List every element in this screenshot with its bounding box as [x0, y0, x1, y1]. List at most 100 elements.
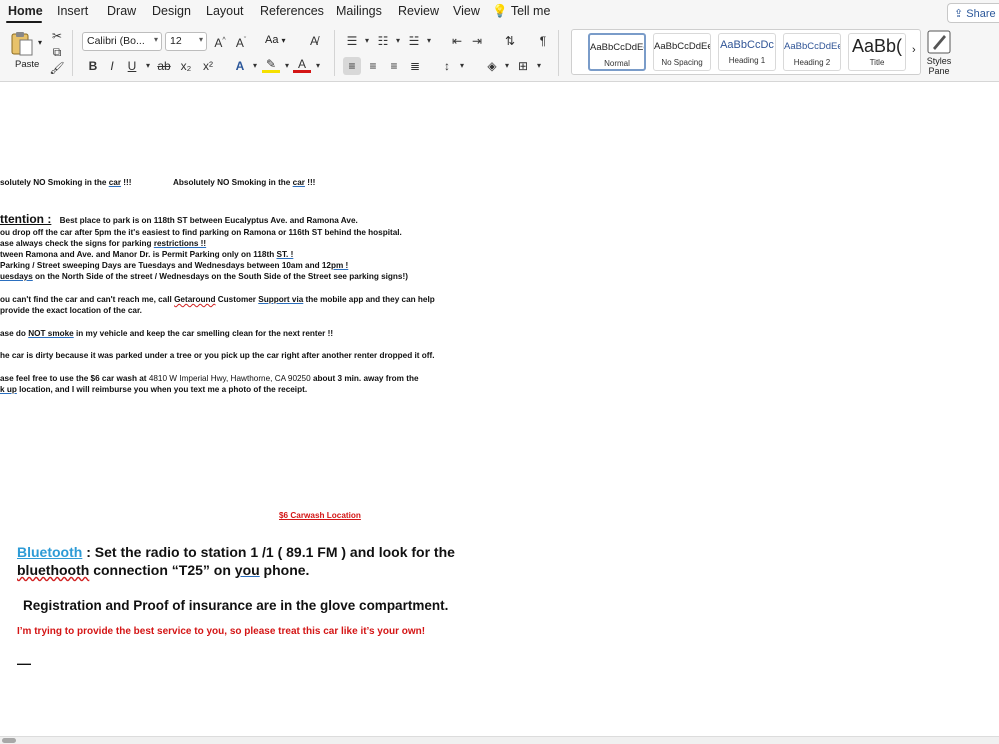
grammar-flag: pm ! — [330, 261, 349, 270]
active-tab-indicator — [6, 21, 42, 23]
clear-formatting-icon[interactable]: A̸ — [305, 32, 323, 50]
format-painter-icon[interactable]: 🖌 — [48, 59, 66, 77]
document-canvas[interactable]: solutely NO Smoking in the car !!! Absol… — [0, 83, 999, 736]
italic-button[interactable]: I — [103, 57, 121, 75]
style-title[interactable]: AaBb( Title — [848, 33, 906, 71]
subscript-button[interactable]: x₂ — [177, 57, 195, 75]
line-text: Parking / Street sweeping Days are Tuesd… — [0, 261, 331, 270]
line-text: the mobile app and they can help — [303, 295, 435, 304]
line-text: ase feel free to use the $6 car wash at — [0, 374, 149, 383]
line-text: Customer — [215, 295, 259, 304]
tab-mailings[interactable]: Mailings — [336, 4, 382, 18]
no-smoking-line-2: Absolutely NO Smoking in the car !!! — [173, 178, 315, 187]
share-button[interactable]: ⇪ Share — [947, 3, 999, 23]
tab-references[interactable]: References — [260, 4, 324, 18]
grammar-flag: you — [234, 562, 260, 578]
style-name: Normal — [604, 59, 630, 68]
strikethrough-button[interactable]: ab — [155, 57, 173, 75]
carwash-location-link[interactable]: $6 Carwash Location — [279, 511, 361, 520]
style-no-spacing[interactable]: AaBbCcDdEe No Spacing — [653, 33, 711, 71]
tab-review[interactable]: Review — [398, 4, 439, 18]
style-sample: AaBbCcDc — [720, 39, 774, 51]
tab-home[interactable]: Home — [8, 4, 43, 18]
tab-view[interactable]: View — [453, 4, 480, 18]
increase-indent-icon[interactable]: ⇥ — [468, 32, 486, 50]
line-text: ase do — [0, 329, 29, 338]
chevron-down-icon: ▾ — [281, 36, 286, 45]
bold-button[interactable]: B — [84, 57, 102, 75]
tell-me-search[interactable]: 💡 Tell me — [492, 4, 550, 19]
justify-icon[interactable]: ≣ — [406, 57, 424, 75]
align-left-icon[interactable]: ≡ — [343, 57, 361, 75]
document-line: uesdays on the North Side of the street … — [0, 272, 408, 281]
line-text: phone. — [259, 562, 310, 578]
share-label: Share — [966, 8, 996, 20]
chevron-right-icon[interactable]: › — [912, 44, 916, 56]
style-heading-1[interactable]: AaBbCcDc Heading 1 — [718, 33, 776, 71]
bluetooth-link[interactable]: Bluetooth — [17, 544, 82, 560]
horizontal-scrollbar[interactable] — [0, 736, 999, 744]
carwash-address: 4810 W Imperial Hwy, Hawthorne, CA 90250 — [148, 374, 311, 383]
chevron-down-icon: ▾ — [153, 35, 158, 44]
font-name-dropdown[interactable]: Calibri (Bo... ▾ — [82, 32, 162, 51]
chevron-down-icon[interactable]: ▾ — [309, 57, 327, 75]
clipboard-icon — [11, 32, 33, 56]
decrease-indent-icon[interactable]: ⇤ — [448, 32, 466, 50]
chevron-down-icon[interactable]: ▾ — [453, 57, 471, 75]
styles-pane-label: Styles Pane — [926, 56, 952, 76]
chevron-down-icon[interactable]: ▾ — [530, 57, 548, 75]
style-name: No Spacing — [661, 58, 703, 67]
tell-me-label: Tell me — [510, 4, 551, 18]
font-size-dropdown[interactable]: 12 ▾ — [165, 32, 207, 51]
document-line: ase do NOT smoke in my vehicle and keep … — [0, 329, 333, 338]
attention-text: Best place to park is on 118th ST betwee… — [59, 216, 358, 225]
paste-dropdown-caret[interactable]: ▾ — [38, 38, 42, 47]
document-line: provide the exact location of the car. — [0, 306, 142, 315]
styles-pane-button[interactable]: Styles Pane — [925, 30, 953, 76]
grammar-flag: restrictions !! — [153, 239, 207, 248]
line-text: in my vehicle and keep the car smelling … — [73, 329, 334, 338]
share-icon: ⇪ — [954, 8, 964, 20]
line-text: ou can't find the car and can't reach me… — [0, 295, 175, 304]
style-heading-2[interactable]: AaBbCcDdEe Heading 2 — [783, 33, 841, 71]
ribbon-separator — [558, 30, 559, 76]
styles-pane-icon — [927, 30, 951, 54]
tab-draw[interactable]: Draw — [107, 4, 136, 18]
closing-line: I’m trying to provide the best service t… — [17, 626, 426, 637]
tab-design[interactable]: Design — [152, 4, 191, 18]
increase-font-size-icon[interactable]: A^ — [211, 32, 229, 50]
document-line: ase feel free to use the $6 car wash at … — [0, 374, 419, 383]
line-text: connection “T25” on — [89, 562, 235, 578]
document-line: Parking / Street sweeping Days are Tuesd… — [0, 261, 348, 270]
grammar-flag: uesdays — [0, 272, 33, 281]
styles-gallery: AaBbCcDdEe Normal AaBbCcDdEe No Spacing … — [571, 29, 921, 75]
tab-layout[interactable]: Layout — [206, 4, 244, 18]
chevron-down-icon: ▾ — [198, 35, 203, 44]
style-normal[interactable]: AaBbCcDdEe Normal — [588, 33, 646, 71]
decrease-font-size-icon[interactable]: Aˇ — [232, 32, 250, 50]
registration-line: Registration and Proof of insurance are … — [23, 598, 449, 613]
line-text: : — [82, 544, 91, 560]
paste-label: Paste — [15, 59, 40, 70]
spell-flag-bluethooth: bluethooth — [17, 562, 90, 578]
grammar-flag: ST. ! — [276, 250, 294, 259]
ribbon-tab-bar: Home Insert Draw Design Layout Reference… — [0, 0, 999, 24]
line-text: ase always check the signs for parking — [0, 239, 154, 248]
no-smoking-text: Absolutely NO Smoking in the — [173, 178, 293, 187]
pilcrow-icon[interactable]: ¶ — [534, 32, 552, 50]
document-line: he car is dirty because it was parked un… — [0, 351, 435, 360]
document-line: tween Ramona and Ave. and Manor Dr. is P… — [0, 250, 293, 259]
tab-insert[interactable]: Insert — [57, 4, 88, 18]
spell-flag-car: car — [292, 178, 305, 187]
spell-flag-car: car — [108, 178, 122, 187]
sort-icon[interactable]: ⇅ — [501, 32, 519, 50]
superscript-button[interactable]: x² — [199, 57, 217, 75]
align-right-icon[interactable]: ≡ — [385, 57, 403, 75]
change-case-button[interactable]: Aa ▾ — [265, 34, 286, 46]
style-name: Heading 1 — [728, 56, 766, 65]
align-center-icon[interactable]: ≡ — [364, 57, 382, 75]
chevron-down-icon[interactable]: ▾ — [420, 32, 438, 50]
attention-heading: ttention : — [0, 212, 52, 226]
scrollbar-thumb[interactable] — [2, 738, 16, 743]
style-sample: AaBbCcDdEe — [784, 41, 840, 52]
